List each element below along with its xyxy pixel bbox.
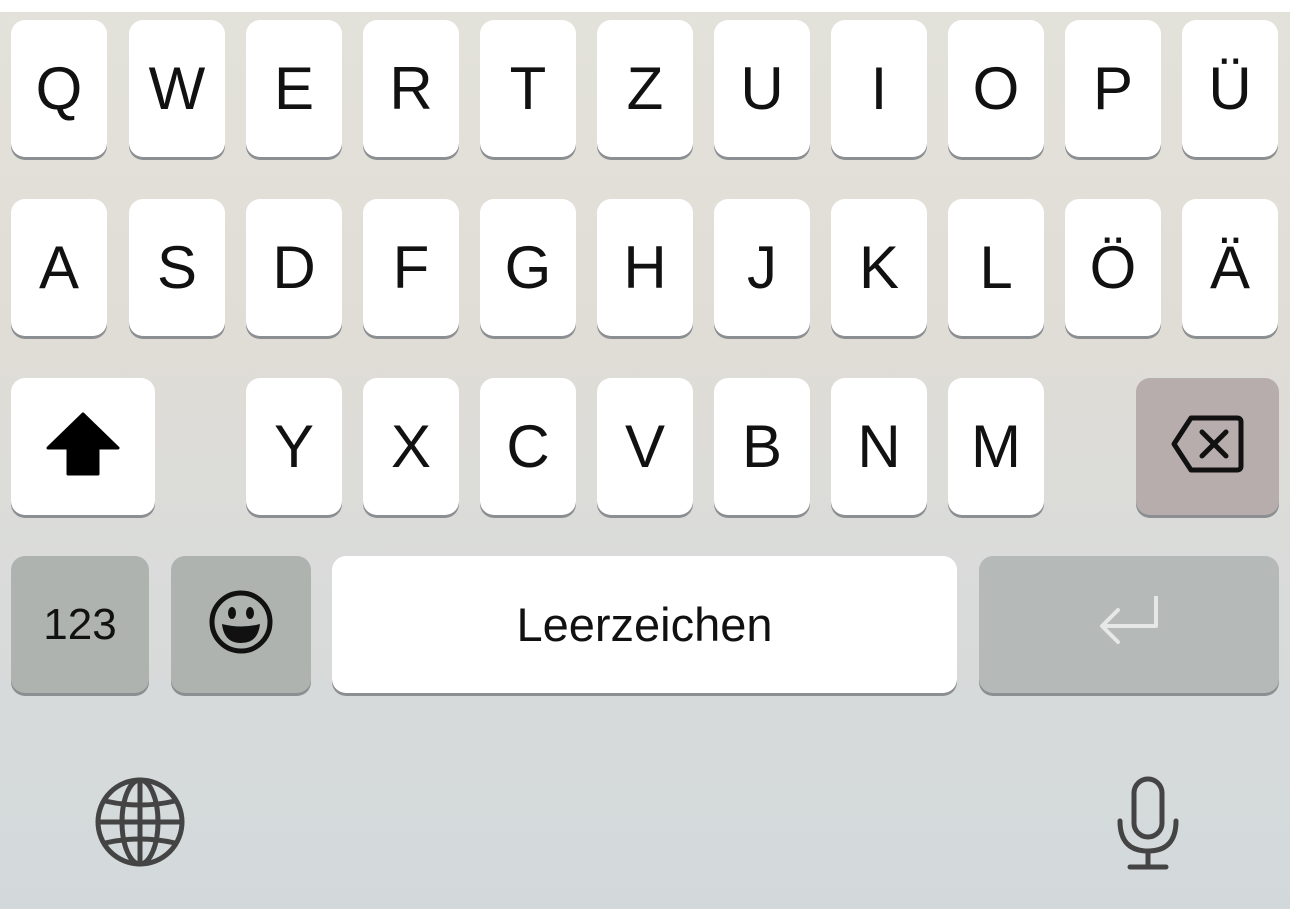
key-label: A [38, 233, 80, 301]
key-label: D [272, 233, 316, 301]
key-label: B [741, 412, 783, 480]
numbers-key[interactable]: 123 [11, 556, 149, 693]
key-label: Ä [1209, 233, 1251, 301]
key[interactable]: F [363, 199, 459, 336]
key-label: M [971, 412, 1021, 480]
space-key[interactable]: Leerzeichen [332, 556, 957, 693]
key[interactable]: I [831, 20, 927, 157]
key-label: I [870, 54, 888, 122]
key[interactable]: N [831, 378, 927, 515]
key-label: S [156, 233, 198, 301]
key[interactable]: U [714, 20, 810, 157]
key[interactable]: Y [246, 378, 342, 515]
key[interactable]: V [597, 378, 693, 515]
shift-key[interactable] [11, 378, 155, 515]
key-label: U [740, 54, 784, 122]
emoji-key[interactable] [171, 556, 311, 693]
space-key-label: Leerzeichen [516, 598, 773, 651]
key-label: Ü [1208, 54, 1252, 122]
key-label: T [509, 54, 547, 122]
return-icon [1092, 590, 1166, 659]
key-label: J [747, 233, 777, 301]
key-label: F [392, 233, 430, 301]
key-label: K [858, 233, 900, 301]
key[interactable]: W [129, 20, 225, 157]
key-label: G [504, 233, 552, 301]
key[interactable]: E [246, 20, 342, 157]
key[interactable]: T [480, 20, 576, 157]
key-label: E [273, 54, 315, 122]
emoji-icon [208, 589, 274, 660]
key-label: O [972, 54, 1020, 122]
key-label: X [390, 412, 432, 480]
backspace-icon [1171, 414, 1245, 479]
key[interactable]: A [11, 199, 107, 336]
key-label: L [979, 233, 1013, 301]
key[interactable]: D [246, 199, 342, 336]
key[interactable]: B [714, 378, 810, 515]
key[interactable]: M [948, 378, 1044, 515]
key[interactable]: K [831, 199, 927, 336]
key-label: V [624, 412, 666, 480]
key-label: W [148, 54, 206, 122]
key-label: Q [35, 54, 83, 122]
key-label: Y [273, 412, 315, 480]
key-label: Z [626, 54, 664, 122]
key-label: P [1092, 54, 1134, 122]
key[interactable]: P [1065, 20, 1161, 157]
globe-icon [93, 775, 187, 874]
key[interactable]: Ö [1065, 199, 1161, 336]
key[interactable]: Ü [1182, 20, 1278, 157]
return-key[interactable] [979, 556, 1279, 693]
shift-icon [46, 412, 120, 481]
key-label: Ö [1089, 233, 1137, 301]
microphone-icon [1114, 773, 1182, 878]
key[interactable]: C [480, 378, 576, 515]
keyboard: QWE R T Z U I O P Ü A S D F G H J K L Ö Ä Y X C V B N M 123 Leer… [0, 12, 1290, 909]
key[interactable]: O [948, 20, 1044, 157]
backspace-key[interactable] [1136, 378, 1279, 515]
key[interactable]: R [363, 20, 459, 157]
key[interactable]: L [948, 199, 1044, 336]
dictation-button[interactable] [1108, 770, 1188, 880]
key-label: N [857, 412, 901, 480]
key[interactable]: X [363, 378, 459, 515]
numbers-key-label: 123 [43, 599, 117, 649]
key[interactable]: G [480, 199, 576, 336]
key[interactable]: H [597, 199, 693, 336]
key[interactable]: J [714, 199, 810, 336]
key-label: R [389, 54, 433, 122]
key-label: C [506, 412, 550, 480]
globe-button[interactable] [90, 774, 190, 874]
key[interactable]: Z [597, 20, 693, 157]
key[interactable]: Ä [1182, 199, 1278, 336]
key-label: H [623, 233, 667, 301]
key[interactable]: Q [11, 20, 107, 157]
key[interactable]: S [129, 199, 225, 336]
